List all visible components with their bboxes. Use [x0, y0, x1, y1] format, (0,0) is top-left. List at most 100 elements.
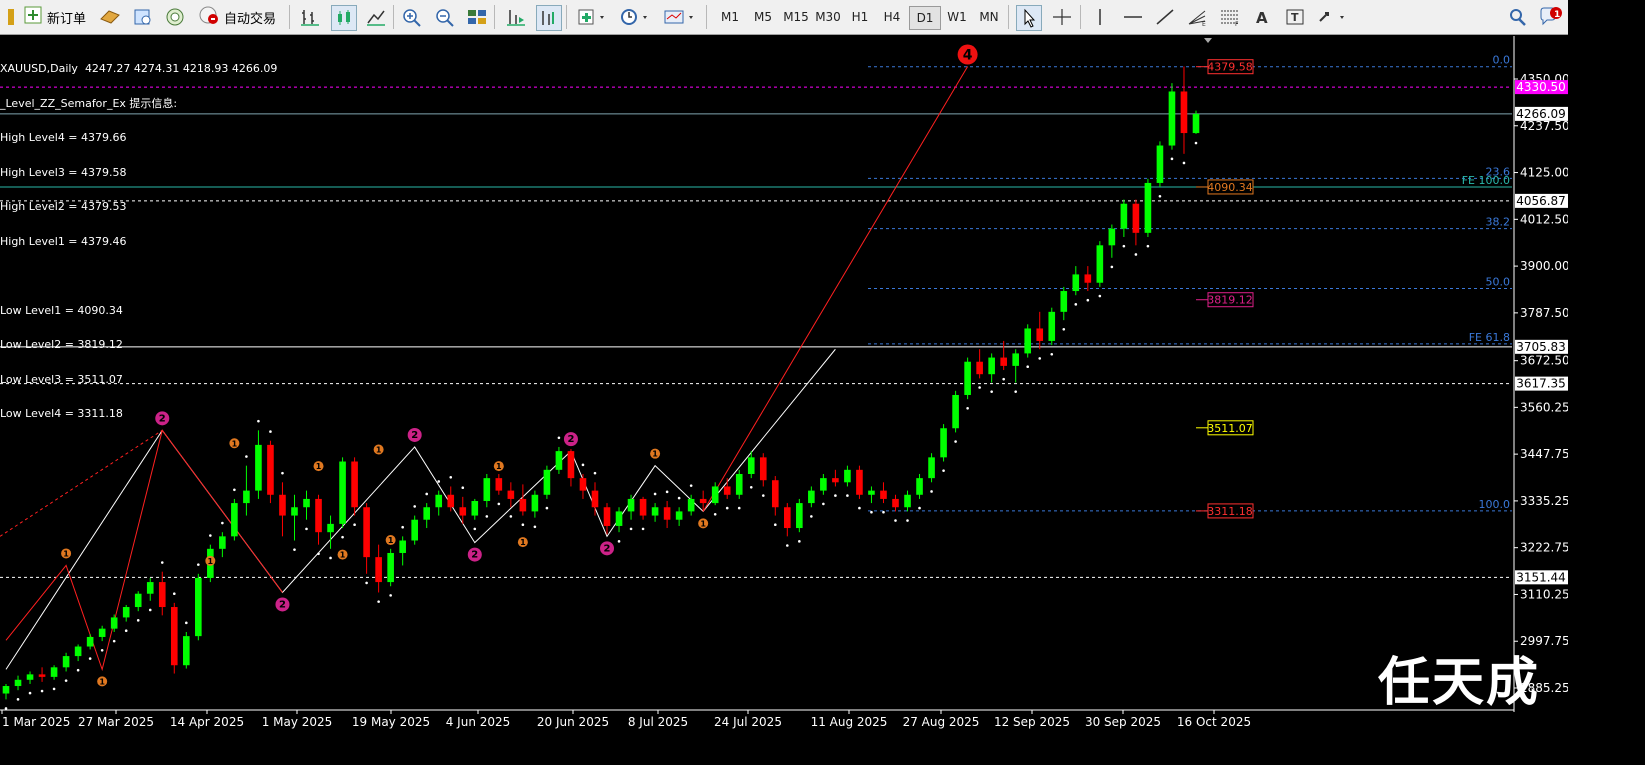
cursor-icon[interactable] [1016, 5, 1042, 31]
timeframe-m1[interactable]: M1 [715, 6, 745, 28]
timeframe-m5[interactable]: M5 [748, 6, 778, 28]
sar-dot [413, 505, 416, 508]
notification-icon[interactable]: 1 [1538, 5, 1562, 29]
level-label: 4379.58 [1207, 61, 1253, 74]
text-label-icon[interactable]: T [1283, 5, 1307, 29]
x-tick-label: 1 May 2025 [262, 715, 333, 729]
candlestick-icon[interactable] [331, 5, 357, 31]
vertical-line-icon[interactable] [1088, 5, 1112, 29]
low-level-3: Low Level3 = 3511.07 [0, 372, 123, 386]
sar-dot [317, 552, 320, 556]
zoom-in-icon[interactable] [400, 5, 424, 29]
sar-dot [725, 506, 729, 510]
timeframe-h1[interactable]: H1 [845, 6, 875, 28]
sar-dot [858, 506, 861, 510]
auto-scroll-icon[interactable] [504, 5, 528, 29]
arrows-icon[interactable] [1315, 5, 1349, 29]
level-label: 3311.18 [1207, 505, 1253, 518]
x-tick-label: 1 Mar 2025 [2, 715, 70, 729]
toolbar: 新订单 自动交易 E F A T 1 M1 M5 M15 M30 H1 H4 D… [0, 0, 1568, 35]
candle-body [351, 461, 358, 508]
candle-body [747, 457, 755, 474]
fibo-retracement-icon[interactable]: F [1218, 5, 1242, 29]
candle-body [1192, 113, 1200, 134]
timeframe-d1[interactable]: D1 [909, 6, 941, 30]
candle-body [50, 667, 58, 677]
bar-chart-icon[interactable] [298, 5, 322, 29]
tile-windows-icon[interactable] [465, 5, 489, 29]
sar-dot [16, 698, 20, 701]
sar-dot [846, 494, 849, 497]
timeframe-w1[interactable]: W1 [942, 6, 972, 28]
chart-shift-icon[interactable] [536, 5, 562, 31]
timeframe-m30[interactable]: M30 [812, 6, 844, 28]
separator [289, 5, 290, 29]
sar-dot [773, 523, 777, 527]
high-level-3: High Level3 = 4379.58 [0, 165, 127, 179]
sar-dot [124, 629, 128, 633]
sar-dot [185, 621, 188, 625]
candle-body [122, 607, 130, 618]
candle-body [1096, 245, 1104, 283]
candle-body [627, 498, 635, 512]
candle-body [1048, 311, 1056, 341]
new-order-button[interactable]: 新订单 [20, 4, 89, 30]
timeframe-m15[interactable]: M15 [780, 6, 812, 28]
candle-body [339, 461, 346, 524]
y-tick-label: 3787.50 [1520, 306, 1568, 320]
sar-dot [1134, 253, 1138, 256]
candle-body [146, 582, 154, 594]
line-chart-icon[interactable] [364, 5, 388, 29]
x-tick-label: 27 Aug 2025 [903, 715, 980, 729]
sar-dot [172, 592, 176, 596]
semafor-number: 1 [520, 538, 526, 547]
zoom-out-icon[interactable] [433, 5, 457, 29]
sar-dot [1050, 352, 1054, 356]
candle-body [615, 511, 623, 526]
sar-dot [918, 506, 921, 510]
candle-body [651, 507, 659, 516]
candle-body [868, 490, 875, 495]
market-watch-icon[interactable] [98, 5, 122, 29]
sar-dot [100, 648, 104, 652]
sar-dot [40, 689, 44, 693]
timeframe-mn[interactable]: MN [974, 6, 1004, 28]
candle-body [964, 361, 971, 395]
sar-dot [473, 527, 477, 531]
trendline-icon[interactable] [1153, 5, 1177, 29]
horizontal-line-icon[interactable] [1121, 5, 1145, 29]
fe-label: FE 100.0 [1462, 174, 1510, 187]
fibo-fan-icon[interactable]: E [1185, 5, 1209, 29]
crosshair-icon[interactable] [1050, 5, 1074, 29]
sar-dot [1014, 390, 1017, 393]
data-window-icon[interactable] [131, 5, 155, 29]
sar-dot [245, 455, 248, 458]
navigator-icon[interactable] [163, 5, 187, 29]
candle-body [363, 507, 370, 558]
search-icon[interactable] [1506, 5, 1530, 29]
timeframe-h4[interactable]: H4 [877, 6, 907, 28]
candle-body [723, 486, 731, 495]
candle-body [2, 686, 10, 694]
text-icon[interactable]: A [1250, 5, 1274, 29]
price-label: 4266.09 [1516, 107, 1566, 121]
x-tick-label: 12 Sep 2025 [994, 715, 1070, 729]
candle-body [387, 552, 394, 583]
plus-icon [23, 5, 43, 29]
indicators-icon[interactable] [575, 5, 609, 29]
candle-body [771, 480, 779, 508]
candle-body [255, 444, 262, 491]
zigzag-red-final [702, 66, 969, 512]
fib-label: 38.2 [1486, 216, 1511, 229]
sar-dot [1038, 357, 1042, 360]
candle-body [327, 523, 334, 533]
periods-clock-icon[interactable] [618, 5, 652, 29]
sar-dot [281, 471, 284, 475]
x-tick-label: 30 Sep 2025 [1085, 715, 1161, 729]
candle-body [14, 679, 22, 687]
candle-body [976, 361, 983, 375]
auto-trade-button[interactable]: 自动交易 [195, 4, 279, 30]
y-tick-label: 3447.75 [1520, 447, 1568, 461]
sar-dot [1098, 294, 1102, 298]
templates-icon[interactable] [662, 5, 698, 29]
